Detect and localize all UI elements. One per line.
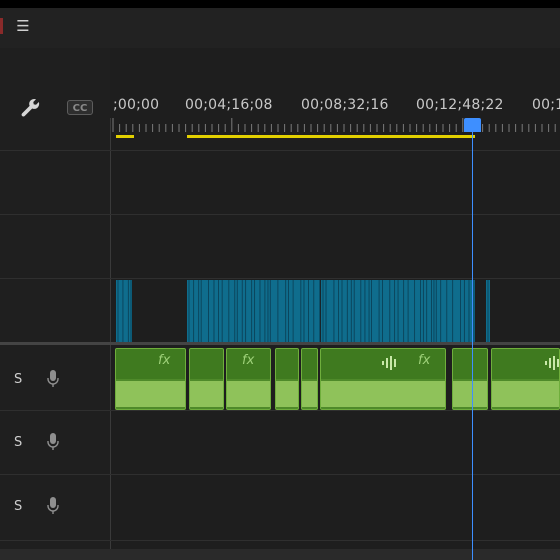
- work-area-bar: [187, 135, 475, 138]
- track-separator: [0, 214, 560, 215]
- timecode-label: 00;1: [532, 97, 560, 113]
- solo-button[interactable]: S: [14, 435, 22, 450]
- audio-waveform-icon: [545, 356, 559, 370]
- video-audio-divider: [0, 342, 560, 345]
- video-clip[interactable]: [116, 280, 132, 342]
- audio-clip[interactable]: fx: [115, 348, 186, 410]
- audio-waveform-icon: [382, 356, 396, 370]
- audio-clip[interactable]: fx: [320, 348, 446, 410]
- track-separator: [0, 410, 560, 411]
- fx-badge: fx: [242, 353, 255, 368]
- audio-clip[interactable]: [189, 348, 224, 410]
- wrench-icon[interactable]: [20, 97, 42, 119]
- track-separator: [0, 150, 560, 151]
- fx-badge: fx: [418, 353, 431, 368]
- track-separator: [0, 540, 560, 541]
- solo-button[interactable]: S: [14, 372, 22, 387]
- panel-header: ☰: [0, 8, 560, 48]
- audio-clip[interactable]: fx: [226, 348, 271, 410]
- track-separator: [0, 278, 560, 279]
- audio-clip[interactable]: [275, 348, 299, 410]
- work-area-bar: [116, 135, 134, 138]
- audio-clip[interactable]: [491, 348, 560, 410]
- timecode-label: 00;08;32;16: [301, 97, 389, 113]
- audio-clip[interactable]: [301, 348, 318, 410]
- panel-indicator: [0, 18, 3, 34]
- timecode-label: 00;04;16;08: [185, 97, 273, 113]
- time-ruler[interactable]: [110, 118, 560, 140]
- playhead-handle[interactable]: [464, 118, 481, 132]
- window-top-bar: [0, 0, 560, 8]
- microphone-icon[interactable]: [46, 432, 60, 452]
- captions-button[interactable]: CC: [67, 100, 93, 115]
- track-headers: [0, 48, 110, 560]
- microphone-icon[interactable]: [46, 369, 60, 389]
- timecode-label: ;00;00: [113, 97, 160, 113]
- track-separator: [0, 474, 560, 475]
- fx-badge: fx: [158, 353, 171, 368]
- horizontal-scrollbar[interactable]: [0, 549, 560, 560]
- ruler-ticks: [112, 118, 556, 132]
- audio-clip[interactable]: [452, 348, 488, 410]
- video-track-v1[interactable]: [110, 280, 560, 342]
- video-clip[interactable]: [187, 280, 320, 342]
- solo-button[interactable]: S: [14, 499, 22, 514]
- playhead-line[interactable]: [472, 123, 473, 560]
- hamburger-menu-icon[interactable]: ☰: [14, 18, 32, 34]
- timecode-label: 00;12;48;22: [416, 97, 504, 113]
- video-clips[interactable]: [116, 280, 490, 342]
- microphone-icon[interactable]: [46, 496, 60, 516]
